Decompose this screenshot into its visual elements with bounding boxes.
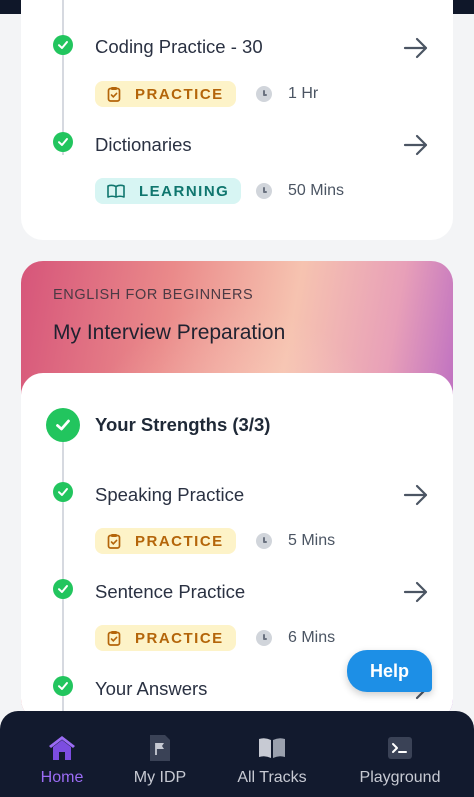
help-button[interactable]: Help (347, 650, 432, 692)
nav-item-all-tracks[interactable]: All Tracks (226, 711, 318, 797)
completed-check-icon (53, 35, 73, 55)
practice-badge: PRACTICE (95, 81, 236, 107)
duration-text: 5 Mins (288, 532, 336, 549)
book-open-icon (259, 738, 285, 758)
duration-text: 50 Mins (288, 182, 345, 199)
duration-text: 6 Mins (288, 629, 336, 646)
home-icon (49, 736, 75, 760)
arrow-right-icon[interactable] (403, 581, 429, 603)
clock-icon (256, 183, 272, 199)
badge-label: PRACTICE (135, 532, 224, 550)
app-screen: Coding Practice - 30 PRACTICE 1 Hr Dicti… (0, 0, 474, 797)
section-title: Your Strengths (3/3) (95, 414, 271, 435)
clipboard-icon (107, 534, 121, 549)
nav-item-home[interactable]: Home (24, 711, 100, 797)
nav-label: Home (40, 769, 84, 786)
terminal-icon (388, 737, 412, 759)
item-title[interactable]: Dictionaries (95, 134, 192, 156)
duration: 6 Mins (256, 629, 335, 647)
completed-check-icon (53, 132, 73, 152)
completed-check-icon (53, 579, 73, 599)
duration: 50 Mins (256, 182, 344, 200)
nav-item-playground[interactable]: Playground (352, 711, 448, 797)
course-eyebrow: ENGLISH FOR BEGINNERS (53, 287, 254, 303)
nav-label: Playground (359, 769, 441, 786)
badge-label: PRACTICE (135, 629, 224, 647)
item-title[interactable]: Coding Practice - 30 (95, 36, 263, 58)
bottom-navigation: Home My IDP All Tracks Playground (0, 711, 474, 797)
badge-label: LEARNING (139, 182, 230, 200)
track-card: Coding Practice - 30 PRACTICE 1 Hr Dicti… (21, 0, 453, 240)
nav-label: My IDP (133, 769, 187, 786)
idp-title: My Interview Preparation (53, 321, 286, 344)
badge-label: PRACTICE (135, 85, 224, 103)
clock-icon (256, 630, 272, 646)
practice-badge: PRACTICE (95, 528, 236, 554)
duration: 5 Mins (256, 532, 335, 550)
nav-item-my-idp[interactable]: My IDP (122, 711, 198, 797)
duration: 1 Hr (256, 85, 318, 103)
completed-check-icon (53, 482, 73, 502)
clock-icon (256, 86, 272, 102)
arrow-right-icon[interactable] (403, 484, 429, 506)
arrow-right-icon[interactable] (403, 134, 429, 156)
learning-badge: LEARNING (95, 178, 242, 204)
nav-label: All Tracks (237, 769, 307, 786)
duration-text: 1 Hr (288, 85, 319, 102)
item-title[interactable]: Speaking Practice (95, 484, 244, 506)
completed-check-icon (53, 676, 73, 696)
clipboard-icon (107, 87, 121, 102)
flag-document-icon (150, 735, 170, 761)
clipboard-icon (107, 631, 121, 646)
item-title[interactable]: Sentence Practice (95, 581, 245, 603)
clock-icon (256, 533, 272, 549)
practice-badge: PRACTICE (95, 625, 236, 651)
item-title[interactable]: Your Answers (95, 678, 207, 700)
arrow-right-icon[interactable] (403, 37, 429, 59)
section-complete-check-icon (46, 408, 80, 442)
book-icon (107, 184, 125, 198)
